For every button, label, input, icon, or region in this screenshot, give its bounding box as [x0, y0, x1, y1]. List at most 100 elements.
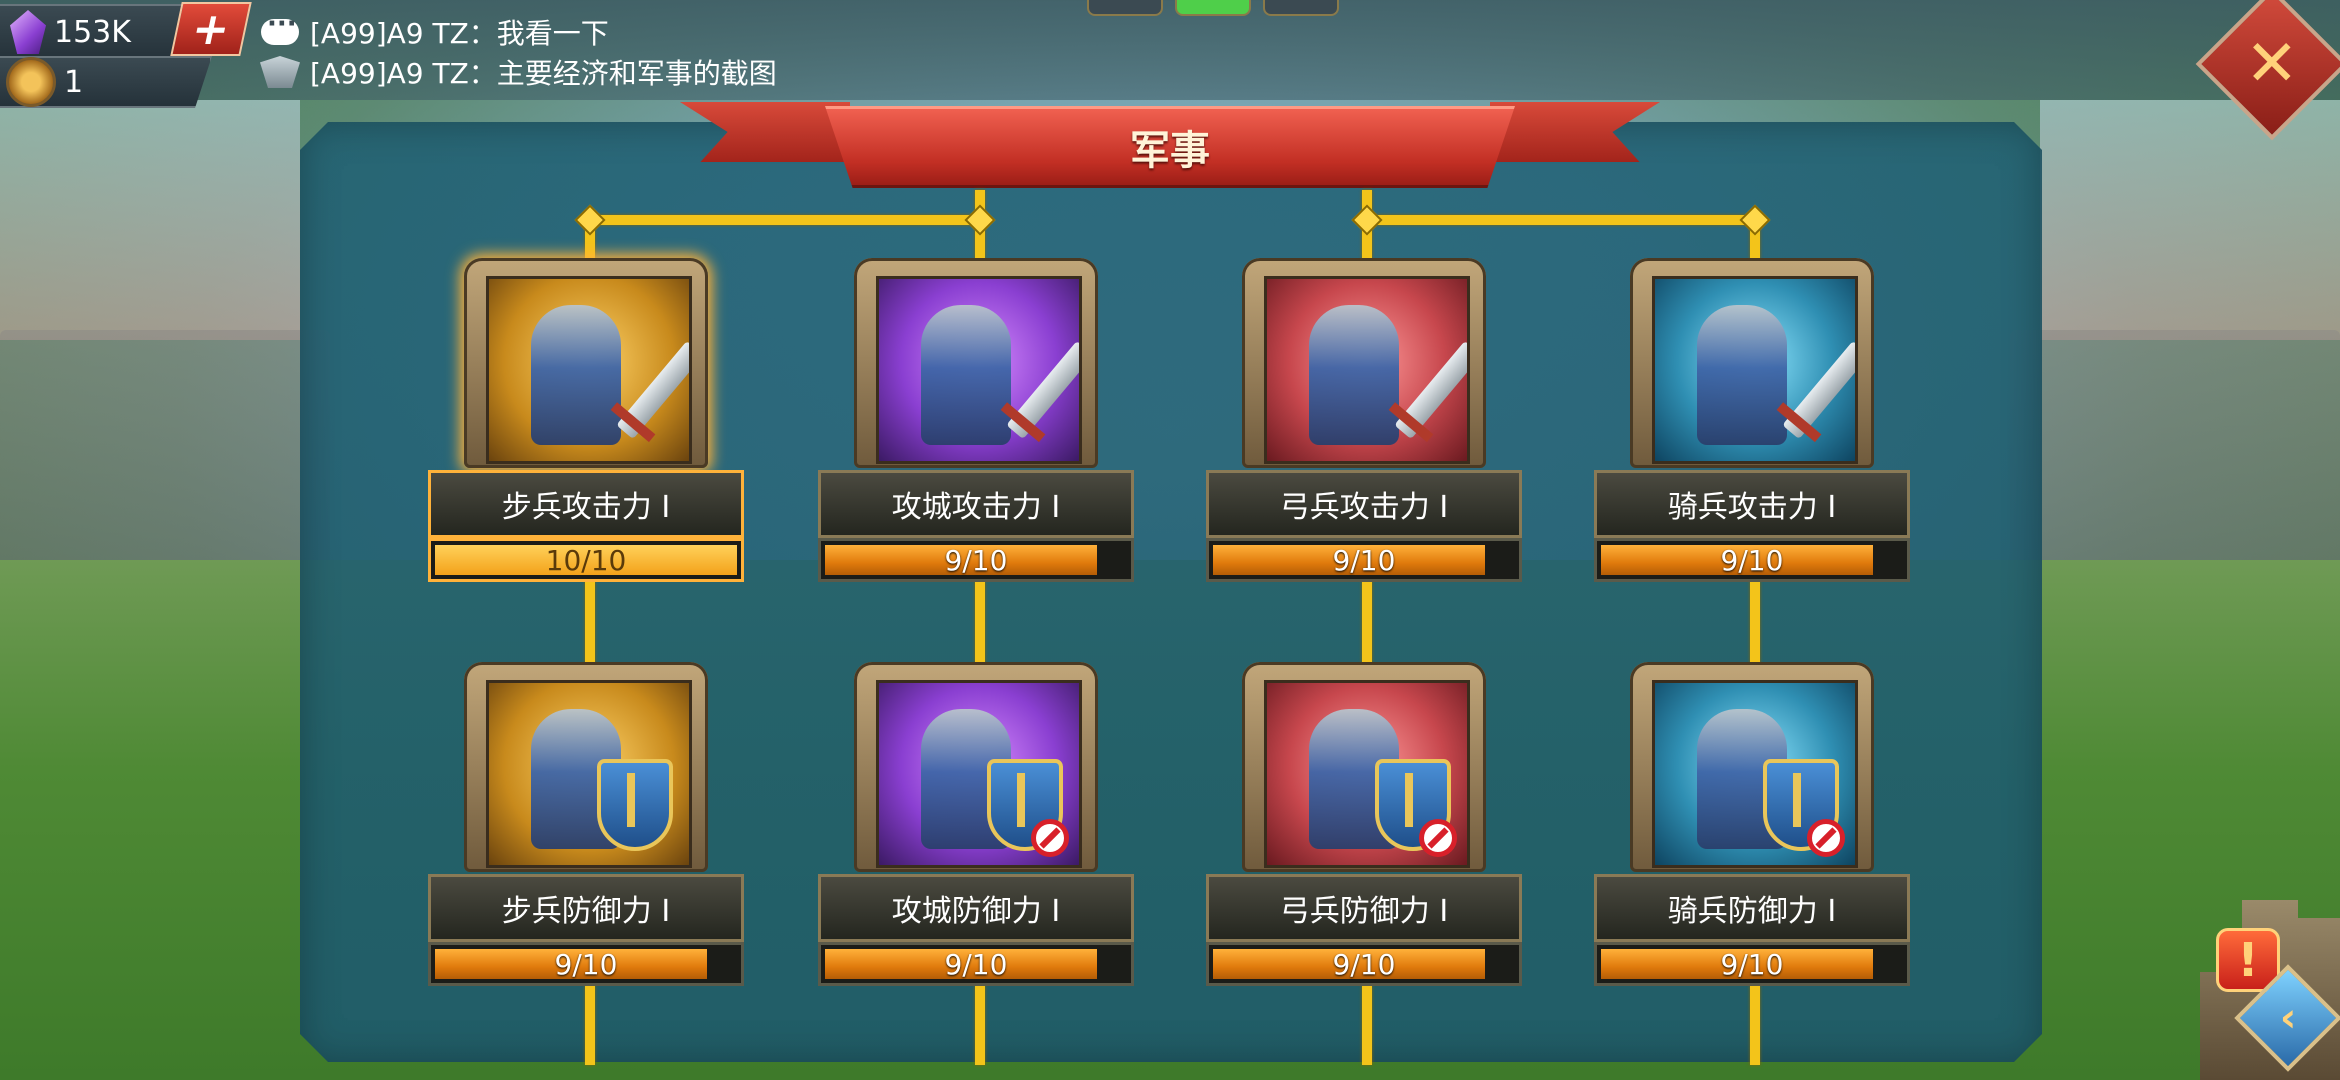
- troop-figure-icon: [1309, 305, 1399, 445]
- connector-line: [590, 215, 980, 225]
- close-icon: ✕: [2245, 27, 2299, 101]
- medal-icon: [6, 57, 56, 107]
- skill-name-plate: 弓兵攻击力 I: [1206, 470, 1522, 538]
- connector-line: [975, 580, 985, 670]
- chat-line-text: [A99]A9 TZ：主要经济和军事的截图: [310, 57, 777, 90]
- skill-frame: [1630, 258, 1874, 468]
- ribbon-tail-right: [1490, 102, 1660, 162]
- skill-frame: [854, 662, 1098, 872]
- skill-portrait: [876, 680, 1082, 868]
- troop-figure-icon: [921, 305, 1011, 445]
- skill-portrait: [1264, 680, 1470, 868]
- connector-line: [1750, 580, 1760, 670]
- page-dot: [1263, 0, 1339, 16]
- page-dot-active: [1175, 0, 1251, 16]
- skill-name: 弓兵防御力 I: [1279, 894, 1449, 929]
- skill-progress-bar: 9/10: [818, 942, 1134, 986]
- guild-wing-icon: [258, 55, 302, 89]
- chat-line-text: [A99]A9 TZ：我看一下: [310, 17, 609, 50]
- chevron-left-icon: ‹: [2279, 994, 2297, 1041]
- sword-icon: [616, 340, 689, 440]
- locked-icon: [1419, 819, 1457, 857]
- alert-label: !: [2237, 933, 2259, 987]
- ribbon-banner: 军事: [825, 106, 1515, 188]
- ribbon-tail-left: [680, 102, 850, 162]
- background-sky-right: [2040, 100, 2340, 340]
- skill-portrait: [486, 680, 692, 868]
- skill-name-plate: 攻城防御力 I: [818, 874, 1134, 942]
- skill-progress-bar: 9/10: [1206, 538, 1522, 582]
- skill-frame: [854, 258, 1098, 468]
- skill-name: 步兵防御力 I: [501, 894, 671, 929]
- chat-line: [A99]A9 TZ：主要经济和军事的截图: [258, 52, 777, 92]
- skill-name-plate: 弓兵防御力 I: [1206, 874, 1522, 942]
- panel-title: 军事: [1130, 128, 1210, 174]
- skill-progress-text: 9/10: [554, 947, 618, 981]
- skill-name: 弓兵攻击力 I: [1279, 490, 1449, 525]
- medals-value: 1: [64, 64, 84, 100]
- background-sky-left: [0, 100, 300, 340]
- background-wall-left: [0, 330, 330, 590]
- skill-progress-text: 9/10: [1720, 947, 1784, 981]
- skill-progress-text: 9/10: [944, 947, 1008, 981]
- locked-icon: [1031, 819, 1069, 857]
- skill-progress-text: 10/10: [545, 543, 627, 577]
- skill-name: 骑兵防御力 I: [1667, 894, 1837, 929]
- sword-icon: [1782, 340, 1855, 440]
- skill-frame: [1630, 662, 1874, 872]
- sword-icon: [1394, 340, 1467, 440]
- chat-line: [A99]A9 TZ：我看一下: [258, 9, 777, 52]
- connector-line: [585, 580, 595, 670]
- connector-line: [975, 985, 985, 1065]
- page-dot: [1087, 0, 1163, 16]
- skill-progress-text: 9/10: [1332, 543, 1396, 577]
- skill-name: 攻城防御力 I: [891, 894, 1061, 929]
- skill-progress-bar: 10/10: [428, 538, 744, 582]
- skill-progress-text: 9/10: [944, 543, 1008, 577]
- skill-portrait: [1652, 276, 1858, 464]
- skill-name-plate: 骑兵防御力 I: [1594, 874, 1910, 942]
- connector-line: [1362, 215, 1757, 225]
- skill-name-plate: 步兵攻击力 I: [428, 470, 744, 538]
- chat-bubble-icon: [258, 9, 302, 49]
- skill-frame: [464, 258, 708, 468]
- title-ribbon: 军事: [680, 100, 1660, 190]
- skill-progress-bar: 9/10: [1594, 538, 1910, 582]
- skill-progress-bar: 9/10: [1206, 942, 1522, 986]
- skill-name: 步兵攻击力 I: [501, 490, 671, 525]
- skill-frame: [1242, 662, 1486, 872]
- connector-line: [1362, 985, 1372, 1065]
- medals-counter[interactable]: 1: [0, 56, 212, 108]
- skill-portrait: [876, 276, 1082, 464]
- troop-figure-icon: [1697, 305, 1787, 445]
- page-indicator: [1087, 0, 1339, 16]
- connector-line: [1362, 580, 1372, 670]
- skill-progress-bar: 9/10: [428, 942, 744, 986]
- skill-progress-bar: 9/10: [818, 538, 1134, 582]
- skill-progress-text: 9/10: [1332, 947, 1396, 981]
- chat-ticker[interactable]: [A99]A9 TZ：我看一下 [A99]A9 TZ：主要经济和军事的截图: [258, 9, 777, 92]
- skill-progress-text: 9/10: [1720, 543, 1784, 577]
- skill-name-plate: 攻城攻击力 I: [818, 470, 1134, 538]
- skill-frame: [1242, 258, 1486, 468]
- skill-portrait: [1264, 276, 1470, 464]
- shield-icon: [597, 759, 673, 851]
- skill-name: 攻城攻击力 I: [891, 490, 1061, 525]
- skill-frame: [464, 662, 708, 872]
- skill-portrait: [1652, 680, 1858, 868]
- skill-progress-bar: 9/10: [1594, 942, 1910, 986]
- skill-name: 骑兵攻击力 I: [1667, 490, 1837, 525]
- skill-portrait: [486, 276, 692, 464]
- locked-icon: [1807, 819, 1845, 857]
- skill-name-plate: 步兵防御力 I: [428, 874, 744, 942]
- troop-figure-icon: [531, 305, 621, 445]
- sword-icon: [1006, 340, 1079, 440]
- add-gems-label: +: [187, 3, 235, 55]
- connector-line: [1750, 985, 1760, 1065]
- background-wall-right: [2010, 330, 2340, 590]
- skill-name-plate: 骑兵攻击力 I: [1594, 470, 1910, 538]
- gems-value: 153K: [54, 14, 131, 50]
- add-gems-button[interactable]: +: [170, 2, 252, 56]
- connector-line: [585, 985, 595, 1065]
- gem-icon: [10, 10, 46, 54]
